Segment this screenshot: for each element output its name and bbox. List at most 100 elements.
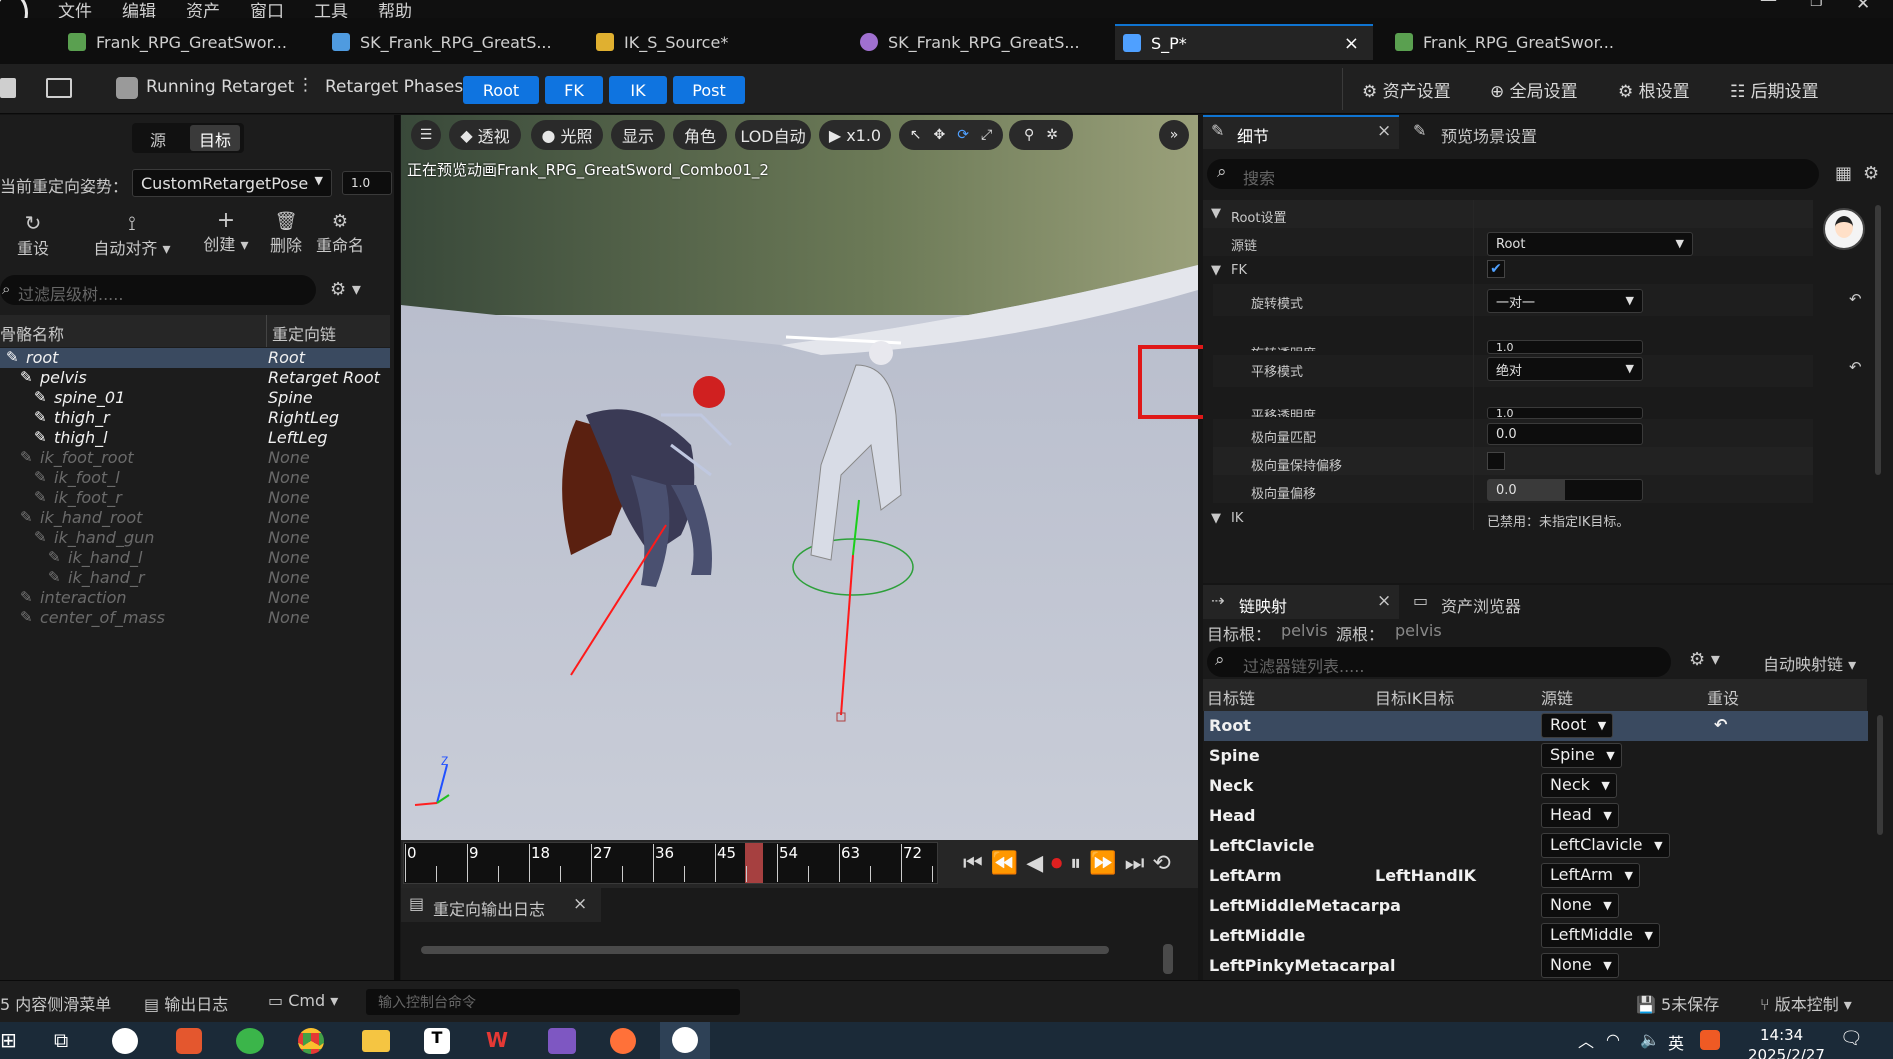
chrome-icon[interactable] [298,1028,324,1054]
auto-map-chains-button[interactable]: 自动映射链 ▾ [1763,651,1856,675]
create-pose-button[interactable]: + 创建 ▾ [196,210,256,255]
bone-row[interactable]: ✎ center_of_mass None [0,608,390,628]
close-window-icon[interactable]: ✕ [1856,0,1870,14]
character-button[interactable]: 角色 [673,120,727,150]
bone-row[interactable]: ✎ root Root [0,348,390,368]
browse-icon[interactable] [46,78,72,98]
rot-alpha-field[interactable]: 1.0 [1487,340,1643,354]
viewport-expand-button[interactable]: » [1159,120,1189,150]
rename-pose-button[interactable]: ⚙ 重命名 [312,211,368,256]
post-settings-button[interactable]: ☷ 后期设置 [1730,77,1819,102]
content-drawer-button[interactable]: 5 内容侧滑菜单 [0,991,111,1015]
pause-icon[interactable]: ⏸ [1070,851,1081,876]
settings-gear-icon[interactable]: ⚙ [1863,163,1879,184]
chain-row[interactable]: Spine Spine ▼ [1204,741,1868,771]
skip-start-icon[interactable]: ⏮ [963,851,983,876]
source-chain-dropdown[interactable]: LeftClavicle ▼ [1541,833,1670,858]
chain-map-tab[interactable] [1203,585,1399,619]
tab-ik-source[interactable]: IK_S_Source* [596,24,796,60]
tab-close-icon[interactable]: × [1344,33,1359,54]
network-icon[interactable]: ◠ [1606,1030,1620,1049]
details-tab[interactable] [1203,115,1399,149]
grid-view-icon[interactable]: ▦ [1835,163,1852,184]
tab-s-p[interactable]: S_P* × [1115,24,1373,60]
fk-section[interactable] [1203,256,1813,284]
minimize-icon[interactable]: — [1760,0,1777,10]
play-reverse-icon[interactable]: ◀ [1026,851,1043,876]
unreal-taskbar-icon[interactable] [660,1022,710,1059]
phase-ik-toggle[interactable]: IK [609,76,667,104]
phase-post-toggle[interactable]: Post [673,76,745,104]
phase-fk-toggle[interactable]: FK [545,76,603,104]
pose-blend-field[interactable]: 1.0 [342,171,392,195]
target-tab[interactable]: 目标 [199,127,231,151]
chain-row[interactable]: Head Head ▼ [1204,801,1868,831]
rot-mode-dropdown[interactable]: 一对一 ▼ [1487,289,1643,313]
delete-pose-button[interactable]: 🗑 删除 [268,211,304,256]
chain-row[interactable]: LeftPinkyMetacarpal None ▼ [1204,951,1868,981]
chain-row[interactable]: Neck Neck ▼ [1204,771,1868,801]
record-icon[interactable]: ⏺ [1051,851,1062,876]
cmd-dropdown[interactable]: ▭ Cmd ▾ [268,991,338,1010]
perspective-button[interactable]: ◆ 透视 [449,120,521,150]
windows-start-icon[interactable]: ⊞ [0,1028,17,1052]
bone-row[interactable]: ✎ pelvis Retarget Root [0,368,390,388]
bone-row[interactable]: ✎ spine_01 Spine [0,388,390,408]
maximize-icon[interactable]: ❐ [1810,0,1823,10]
timeline[interactable]: 0 9 18 27 36 45 54 63 72 ⏮ ⏪ ◀ ⏺ ⏸ ⏩ ⏭ ⟲ [401,840,1198,888]
playback-speed-button[interactable]: ▶ x1.0 [819,120,891,150]
source-chain-dropdown[interactable]: Spine ▼ [1541,743,1622,768]
show-button[interactable]: 显示 [611,120,665,150]
chain-scrollbar[interactable] [1877,715,1883,835]
tray-chevron-icon[interactable]: ︿ [1578,1028,1594,1052]
viewport-menu-button[interactable]: ☰ [411,120,441,150]
details-search[interactable] [1207,159,1819,189]
qq-icon[interactable] [112,1028,138,1054]
wechat-icon[interactable] [236,1028,264,1054]
output-log-button[interactable]: ▤ 输出日志 [144,991,228,1015]
chain-row[interactable]: LeftMiddleMetacarpa None ▼ [1204,891,1868,921]
source-chain-dropdown[interactable]: LeftMiddle ▼ [1541,923,1660,948]
input-language[interactable]: 英 [1668,1030,1684,1054]
running-retarget-button[interactable]: Running Retarget [146,77,294,97]
lod-button[interactable]: LOD自动 [735,120,811,150]
global-settings-button[interactable]: ⊕ 全局设置 [1490,77,1578,102]
firefox-icon[interactable] [610,1028,636,1054]
reset-arrow-icon[interactable]: ↶ [1849,290,1862,308]
src-chain-dropdown[interactable]: Root ▼ [1487,232,1693,256]
folder-icon[interactable] [362,1030,390,1052]
tab-frank-anim[interactable]: Frank_RPG_GreatSwor... [68,24,298,60]
version-control-button[interactable]: ⑂ 版本控制 ▾ [1760,991,1852,1015]
chain-settings-gear-icon[interactable]: ⚙ ▾ [1689,649,1720,670]
pole-keep-checkbox[interactable] [1487,452,1505,470]
trans-alpha-field[interactable]: 1.0 [1487,407,1643,419]
camera-icon[interactable]: ⚲ [1024,127,1034,143]
output-log-close-icon[interactable]: × [573,894,587,914]
xmind-icon[interactable] [176,1028,202,1054]
sogou-icon[interactable] [1700,1030,1720,1050]
transform-tools[interactable]: ↖ ✥ ⟳ ⤢ [899,120,1003,150]
bone-row[interactable]: ✎ ik_foot_r None [0,488,390,508]
source-tab[interactable]: 源 [150,127,166,151]
retarget-pose-dropdown[interactable]: CustomRetargetPose ▼ [132,169,332,197]
chain-row[interactable]: LeftMiddle LeftMiddle ▼ [1204,921,1868,951]
chain-row[interactable]: Root Root ▼ ↶ [1204,711,1868,741]
step-forward-icon[interactable]: ⏩ [1089,851,1116,876]
select-icon[interactable]: ↖ [910,127,922,143]
notification-icon[interactable]: 🗨 [1840,1028,1863,1049]
source-chain-dropdown[interactable]: LeftArm ▼ [1541,863,1640,888]
source-chain-dropdown[interactable]: None ▼ [1541,893,1619,918]
move-icon[interactable]: ✥ [934,127,946,143]
details-close-icon[interactable]: × [1377,121,1391,141]
loop-icon[interactable]: ⟲ [1152,851,1170,876]
trans-mode-dropdown[interactable]: 绝对 ▼ [1487,357,1643,381]
bone-row[interactable]: ✎ ik_foot_root None [0,448,390,468]
root-settings-button[interactable]: ⚙ 根设置 [1618,77,1690,102]
source-chain-dropdown[interactable]: None ▼ [1541,953,1619,978]
chain-row[interactable]: LeftArm LeftHandIK LeftArm ▼ [1204,861,1868,891]
bone-row[interactable]: ✎ ik_hand_r None [0,568,390,588]
tab-sk-frank-2[interactable]: SK_Frank_RPG_GreatS... [860,24,1090,60]
unsaved-button[interactable]: 💾 5未保存 [1636,991,1719,1015]
avatar[interactable] [1823,208,1865,250]
root-settings-section[interactable] [1203,200,1813,228]
